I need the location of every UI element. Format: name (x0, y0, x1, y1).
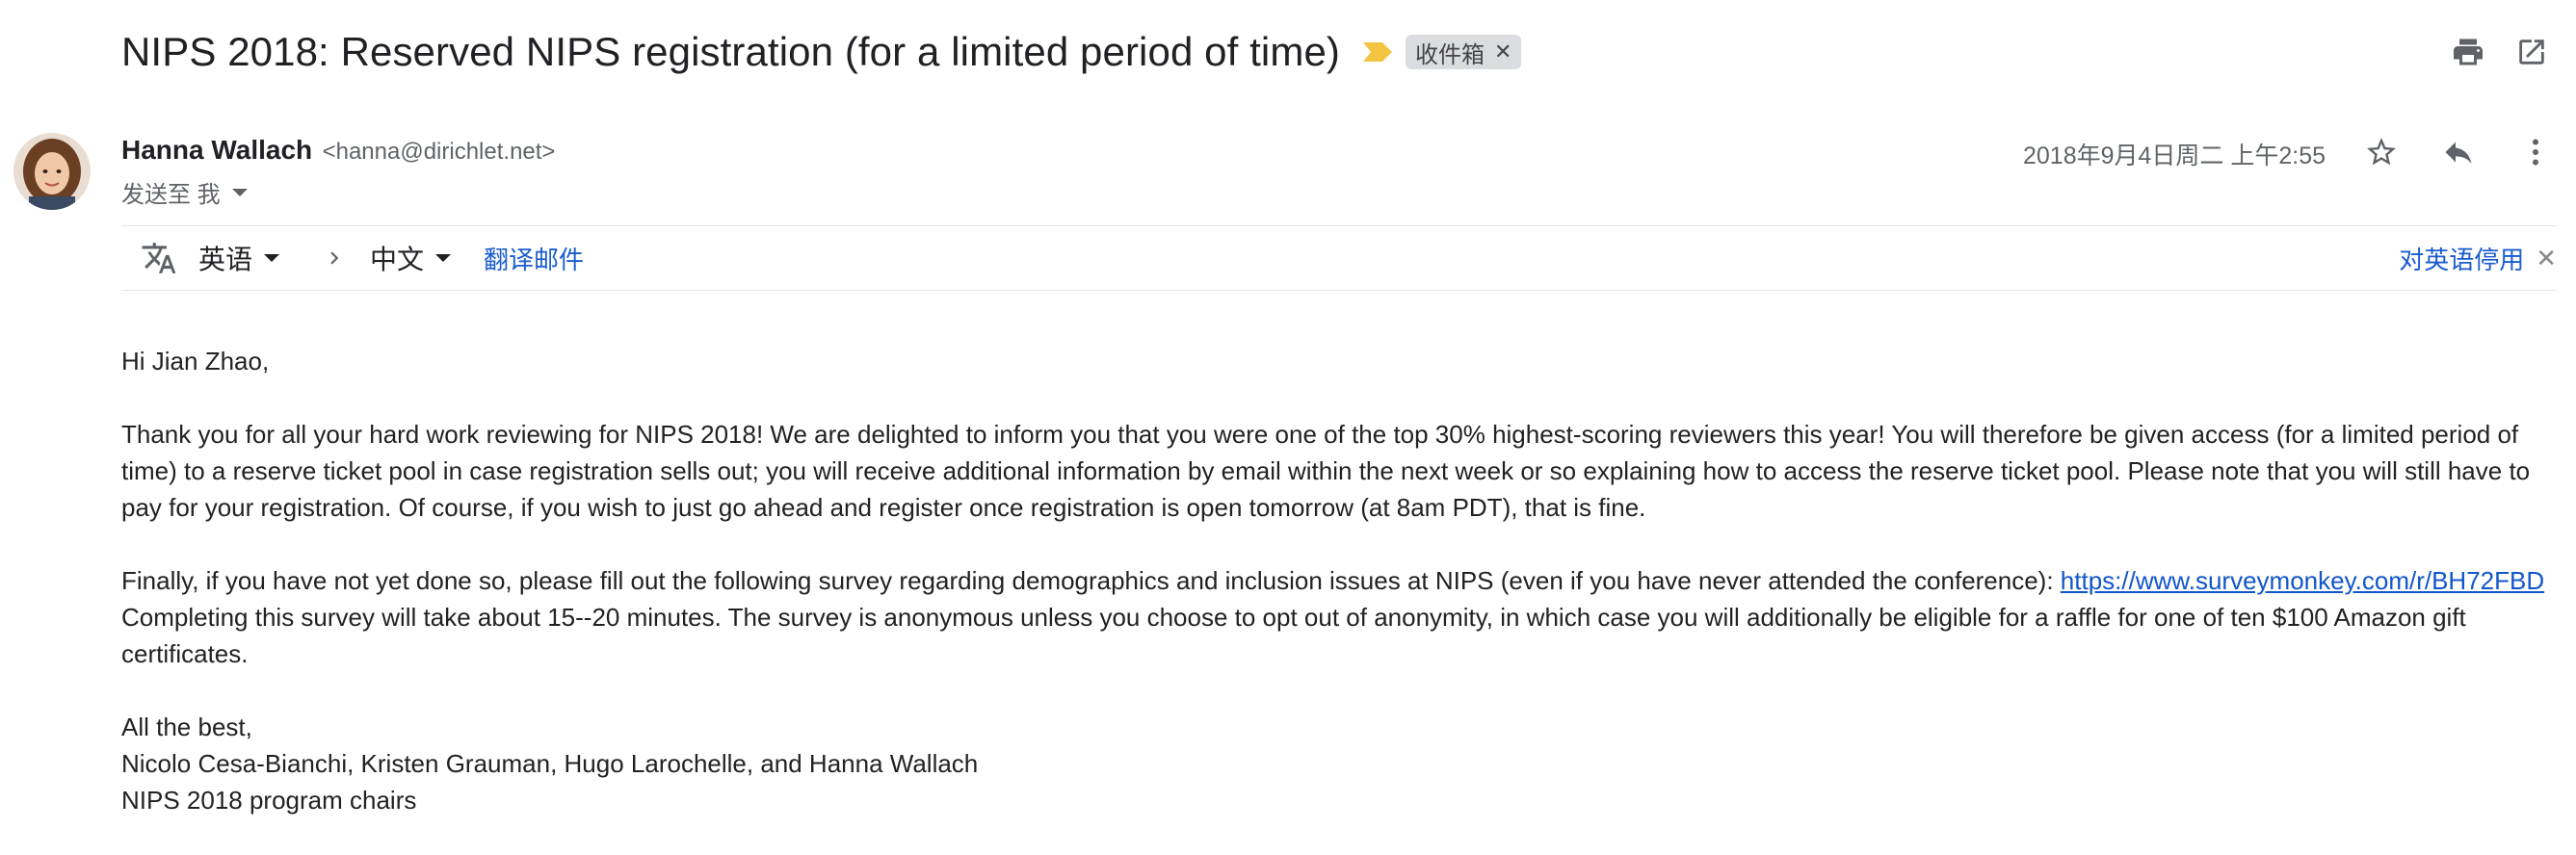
paragraph-2-prefix: Finally, if you have not yet done so, pl… (121, 566, 2061, 595)
body-paragraph-2: Finally, if you have not yet done so, pl… (121, 562, 2555, 672)
divider (121, 290, 2557, 291)
divider (121, 225, 2557, 226)
greeting: Hi Jian Zhao, (121, 347, 270, 376)
translate-message-link[interactable]: 翻译邮件 (484, 227, 584, 289)
translate-bar: 英语 中文 翻译邮件 对英语停用 ✕ (121, 227, 2557, 289)
signature-block: All the best, Nicolo Cesa-Bianchi, Krist… (121, 709, 2555, 818)
chevron-right-icon (322, 227, 347, 289)
signature-names: Nicolo Cesa-Bianchi, Kristen Grauman, Hu… (121, 749, 979, 778)
remove-label-icon[interactable]: ✕ (1494, 39, 1511, 65)
chevron-down-icon (435, 254, 452, 262)
disable-translation-group: 对英语停用 ✕ (2399, 227, 2557, 289)
subject-actions (2441, 29, 2576, 75)
closing-line: All the best, (121, 712, 252, 741)
importance-marker-icon[interactable] (1361, 40, 1394, 64)
message-actions (2358, 127, 2576, 177)
avatar[interactable] (13, 133, 91, 210)
source-language-label: 英语 (198, 245, 253, 274)
more-vertical-icon[interactable] (2512, 129, 2559, 175)
subject-row: NIPS 2018: Reserved NIPS registration (f… (121, 17, 1522, 87)
email-body: Hi Jian Zhao, Thank you for all your har… (121, 343, 2555, 855)
close-icon[interactable]: ✕ (2536, 244, 2557, 273)
email-view: NIPS 2018: Reserved NIPS registration (f… (0, 0, 2576, 832)
sender-name[interactable]: Hanna Wallach (121, 135, 312, 165)
print-icon[interactable] (2445, 29, 2491, 75)
translate-icon (141, 227, 177, 289)
survey-link[interactable]: https://www.surveymonkey.com/r/BH72FBD (2061, 566, 2544, 595)
body-paragraph-1: Thank you for all your hard work reviewi… (121, 420, 2531, 522)
signature-title: NIPS 2018 program chairs (121, 786, 417, 815)
open-in-new-window-icon[interactable] (2509, 29, 2555, 75)
target-language-label: 中文 (370, 245, 425, 274)
email-subject: NIPS 2018: Reserved NIPS registration (f… (121, 29, 1340, 74)
recipient-text: 发送至 我 (121, 182, 221, 208)
target-language-select[interactable]: 中文 (370, 227, 452, 289)
sender-email: <hanna@dirichlet.net> (322, 139, 556, 165)
inbox-label-text: 收件箱 (1415, 41, 1485, 68)
sender-line: Hanna Wallach <hanna@dirichlet.net> (121, 135, 555, 166)
chevron-down-icon (264, 254, 280, 262)
star-icon[interactable] (2358, 129, 2405, 175)
source-language-select[interactable]: 英语 (198, 227, 280, 289)
paragraph-2-suffix: Completing this survey will take about 1… (121, 603, 2466, 668)
reply-icon[interactable] (2435, 129, 2482, 175)
inbox-label-chip[interactable]: 收件箱 ✕ (1406, 35, 1522, 69)
disable-translation-link[interactable]: 对英语停用 (2399, 241, 2524, 276)
email-date: 2018年9月4日周二 上午2:55 (2023, 142, 2326, 169)
chevron-down-icon[interactable] (231, 188, 248, 196)
recipient-details-toggle[interactable]: 发送至 我 (121, 175, 248, 209)
